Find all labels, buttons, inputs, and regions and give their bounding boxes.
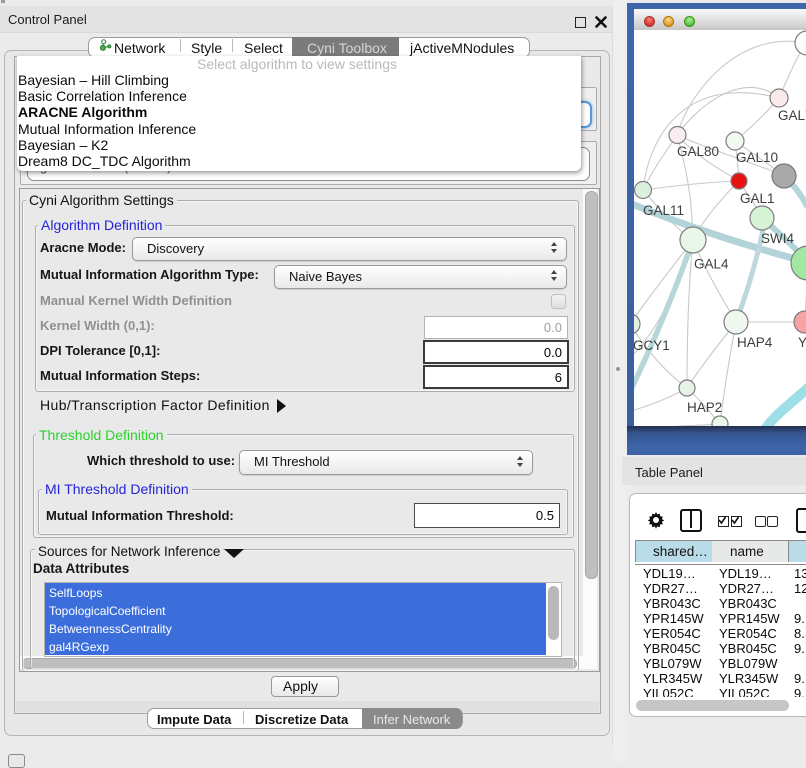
svg-text:HAP4: HAP4	[737, 335, 773, 350]
svg-text:Y: Y	[798, 335, 806, 350]
svg-text:GCY1: GCY1	[634, 338, 670, 353]
svg-text:GAL7: GAL7	[778, 108, 806, 123]
svg-text:GAL11: GAL11	[643, 203, 684, 218]
svg-text:SWI4: SWI4	[761, 231, 794, 246]
svg-text:HAP2: HAP2	[687, 400, 722, 415]
svg-text:GAL10: GAL10	[736, 150, 778, 165]
svg-text:GAL4: GAL4	[694, 257, 729, 272]
svg-text:GAL80: GAL80	[677, 144, 719, 159]
svg-text:GAL1: GAL1	[740, 191, 775, 206]
